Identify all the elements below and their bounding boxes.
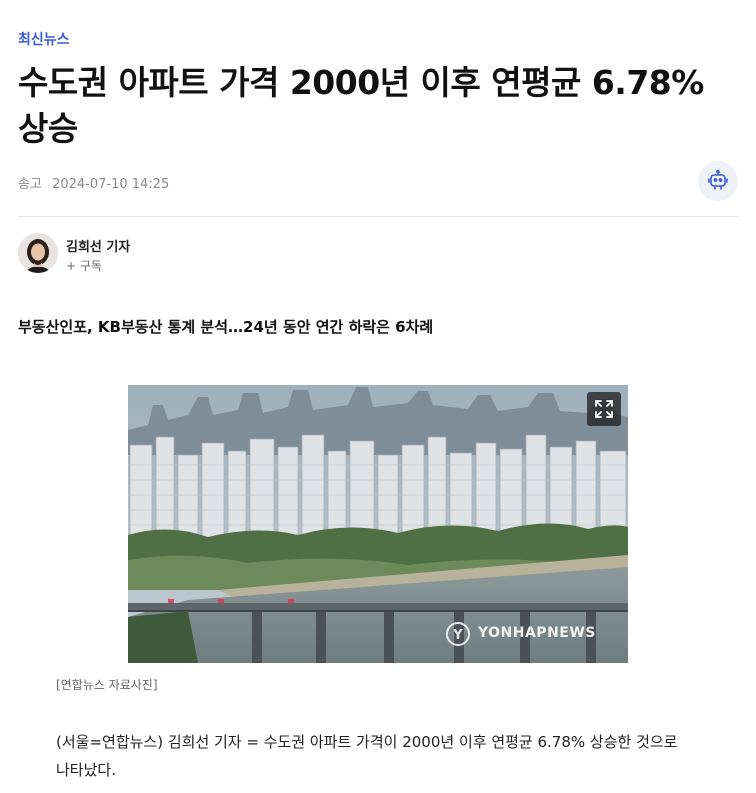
publish-datetime: 2024-07-10 14:25 (52, 177, 170, 192)
expand-photo-button[interactable] (587, 392, 621, 426)
photo-caption: [연합뉴스 자료사진] (56, 678, 158, 692)
article-headline: 수도권 아파트 가격 2000년 이후 연평균 6.78% 상승 (18, 63, 704, 148)
svg-text:Y: Y (452, 628, 463, 643)
article-meta: 송고 2024-07-10 14:25 (18, 173, 169, 192)
photo-watermark: YONHAPNEWS (478, 625, 596, 641)
category-label[interactable]: 최신뉴스 (18, 29, 70, 49)
robot-icon (708, 169, 728, 190)
ai-summary-button[interactable] (698, 161, 738, 201)
meta-label: 송고 (18, 177, 42, 192)
reporter-avatar[interactable] (18, 233, 58, 273)
header-divider (18, 216, 738, 217)
article-subheadline: 부동산인포, KB부동산 통계 분석…24년 동안 연간 하락은 6차례 (18, 318, 434, 336)
article-body: (서울=연합뉴스) 김희선 기자 = 수도권 아파트 가격이 2000년 이후 … (56, 733, 678, 779)
subscribe-button[interactable]: + 구독 (66, 257, 102, 274)
article-photo[interactable]: Y YONHAPNEWS (128, 385, 628, 663)
reporter-name[interactable]: 김희선 기자 (66, 236, 130, 255)
expand-icon (595, 400, 613, 418)
